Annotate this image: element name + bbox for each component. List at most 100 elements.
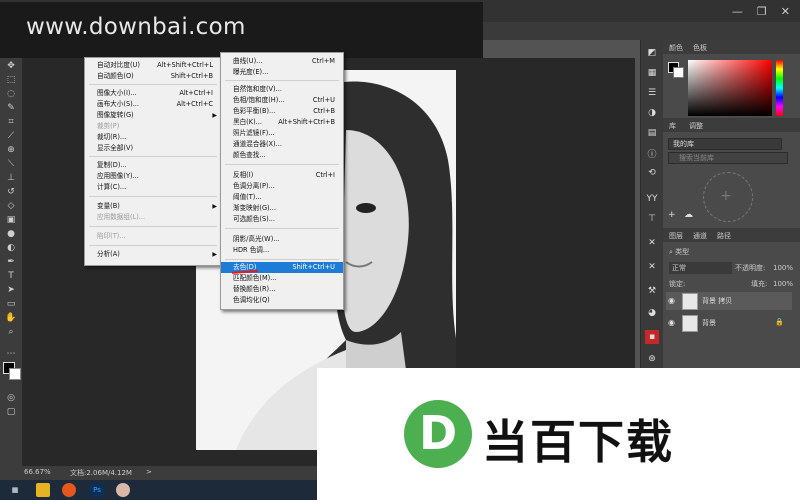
path-select-icon[interactable]: ➤ (4, 284, 18, 296)
start-icon[interactable]: ▦ (8, 483, 22, 497)
tab-libraries[interactable]: 库 (669, 120, 676, 132)
gradient-icon[interactable]: ▣ (4, 214, 18, 226)
fill-value[interactable]: 100% (773, 278, 793, 290)
pen-icon[interactable]: ✒ (4, 256, 18, 268)
actions-icon[interactable]: ▪ (645, 330, 659, 344)
tab-channels[interactable]: 通道 (693, 230, 707, 242)
tool-presets-icon[interactable]: ✕ (645, 260, 659, 274)
menu-item-image-size[interactable]: 图像大小(I)... Alt+Ctrl+I (85, 88, 221, 99)
dodge-icon[interactable]: ◐ (4, 242, 18, 254)
menu-item-trim[interactable]: 裁切(R)... (85, 132, 221, 143)
menu-item-equalize[interactable]: 色调均化(Q) (221, 295, 343, 306)
library-icon[interactable]: ☰ (645, 86, 659, 100)
eye-icon[interactable]: ◉ (668, 296, 675, 305)
menu-item-duplicate[interactable]: 复制(D)... (85, 160, 221, 171)
stamp-icon[interactable]: ⊥ (4, 172, 18, 184)
type-icon[interactable]: T (4, 270, 18, 282)
zoom-level[interactable]: 66.67% (24, 468, 51, 476)
healing-icon[interactable]: ⊕ (4, 144, 18, 156)
menu-item-reveal-all[interactable]: 显示全部(V) (85, 143, 221, 154)
menu-item-canvas-size[interactable]: 画布大小(S)... Alt+Ctrl+C (85, 99, 221, 110)
menu-item-exposure[interactable]: 曝光度(E)... (221, 67, 343, 78)
menu-item-auto-contrast[interactable]: 自动对比度(U) Alt+Shift+Ctrl+L (85, 60, 221, 71)
menu-item-hue-saturation[interactable]: 色相/饱和度(H)... Ctrl+U (221, 95, 343, 106)
menu-item-image-rotation[interactable]: 图像旋转(G) ▶ (85, 110, 221, 121)
menu-item-vibrance[interactable]: 自然饱和度(V)... (221, 84, 343, 95)
library-select[interactable]: 我的库 (668, 138, 782, 150)
shape-icon[interactable]: ▭ (4, 298, 18, 310)
menu-item-hdr-toning[interactable]: HDR 色调... (221, 245, 343, 256)
history-brush-icon[interactable]: ↺ (4, 186, 18, 198)
menu-item-variables[interactable]: 变量(B) ▶ (85, 201, 221, 212)
brush-settings-icon[interactable]: ⚒ (645, 284, 659, 298)
styles-icon[interactable]: ◕ (645, 306, 659, 320)
menu-item-match-color[interactable]: 匹配颜色(M)... (221, 273, 343, 284)
paths-icon[interactable]: ✕ (645, 236, 659, 250)
photoshop-icon[interactable]: Ps (90, 483, 104, 497)
panel-background-color[interactable] (673, 67, 684, 78)
status-arrow-icon[interactable]: > (146, 468, 152, 476)
brush-icon[interactable]: ⟍ (4, 158, 18, 170)
folder-icon[interactable] (36, 483, 50, 497)
menu-item-auto-color[interactable]: 自动颜色(O) Shift+Ctrl+B (85, 71, 221, 82)
tab-adjustments[interactable]: 调整 (689, 120, 703, 132)
menu-item-analysis[interactable]: 分析(A) ▶ (85, 249, 221, 260)
opacity-value[interactable]: 100% (773, 262, 793, 274)
history-icon[interactable]: ⟲ (645, 166, 659, 180)
menu-item-color-lookup[interactable]: 颜色查找... (221, 150, 343, 161)
screenmode-icon[interactable]: ▢ (4, 406, 18, 418)
add-library-icon[interactable]: + (668, 210, 676, 220)
eraser-icon[interactable]: ◇ (4, 200, 18, 212)
quick-select-icon[interactable]: ✎ (4, 102, 18, 114)
maximize-icon[interactable]: ❐ (757, 5, 767, 18)
move-icon[interactable]: ✥ (4, 60, 18, 72)
eye-icon[interactable]: ◉ (668, 318, 675, 327)
minimize-icon[interactable]: — (732, 5, 743, 18)
lasso-icon[interactable]: ◌ (4, 88, 18, 100)
menu-item-curves[interactable]: 曲线(U)... Ctrl+M (221, 56, 343, 67)
menu-item-channel-mixer[interactable]: 通道混合器(X)... (221, 139, 343, 150)
hue-slider[interactable] (776, 60, 783, 116)
menu-item-apply-image[interactable]: 应用图像(Y)... (85, 171, 221, 182)
photo-thumb-icon[interactable] (116, 483, 130, 497)
menu-item-invert[interactable]: 反相(I) Ctrl+I (221, 170, 343, 181)
tab-paths[interactable]: 路径 (717, 230, 731, 242)
eyedropper-icon[interactable]: ⟋ (4, 130, 18, 142)
background-color[interactable] (9, 368, 21, 380)
properties-icon[interactable]: ▤ (645, 126, 659, 140)
menu-item-color-balance[interactable]: 色彩平衡(B)... Ctrl+B (221, 106, 343, 117)
tab-color[interactable]: 颜色 (669, 42, 683, 54)
hand-icon[interactable]: ✋ (4, 312, 18, 324)
crop-icon[interactable]: ⌗ (4, 116, 18, 128)
marquee-icon[interactable]: ⬚ (4, 74, 18, 86)
cloud-icon[interactable]: ☁ (684, 210, 693, 220)
color-picker-field[interactable] (688, 60, 772, 116)
blur-icon[interactable]: ● (4, 228, 18, 240)
layer-row[interactable]: ◉ 背景 拷贝 (666, 292, 792, 310)
zoom-icon[interactable]: ⌕ (4, 326, 18, 338)
layers-icon[interactable]: YY (645, 192, 659, 206)
menu-item-gradient-map[interactable]: 渐变映射(G)... (221, 203, 343, 214)
quickmask-icon[interactable]: ◎ (4, 392, 18, 404)
color-icon[interactable]: ◩ (645, 46, 659, 60)
menu-item-photo-filter[interactable]: 照片滤镜(F)... (221, 128, 343, 139)
library-search-input[interactable]: 搜索当前库 (668, 152, 788, 164)
swatches-icon[interactable]: ▦ (645, 66, 659, 80)
info-icon[interactable]: ⓘ (645, 146, 659, 160)
tab-swatches[interactable]: 色板 (693, 42, 707, 54)
menu-item-posterize[interactable]: 色调分离(P)... (221, 181, 343, 192)
close-icon[interactable]: ✕ (781, 5, 790, 18)
blend-mode-select[interactable]: 正常 (669, 262, 732, 274)
menu-item-selective-color[interactable]: 可选颜色(S)... (221, 214, 343, 225)
tab-layers[interactable]: 图层 (669, 230, 683, 242)
firefox-icon[interactable] (62, 483, 76, 497)
menu-item-black-white[interactable]: 黑白(K)... Alt+Shift+Ctrl+B (221, 117, 343, 128)
more-tools-icon[interactable]: ⋯ (4, 348, 18, 360)
channels-icon[interactable]: ⊤ (645, 212, 659, 226)
adjust-icon[interactable]: ◑ (645, 106, 659, 120)
layer-row[interactable]: ◉ 背景 🔒 (666, 314, 792, 332)
menu-item-calculations[interactable]: 计算(C)... (85, 182, 221, 193)
layer-filter-select[interactable]: ⌕ 类型 (669, 246, 689, 258)
menu-item-threshold[interactable]: 阈值(T)... (221, 192, 343, 203)
menu-item-replace-color[interactable]: 替换颜色(R)... (221, 284, 343, 295)
